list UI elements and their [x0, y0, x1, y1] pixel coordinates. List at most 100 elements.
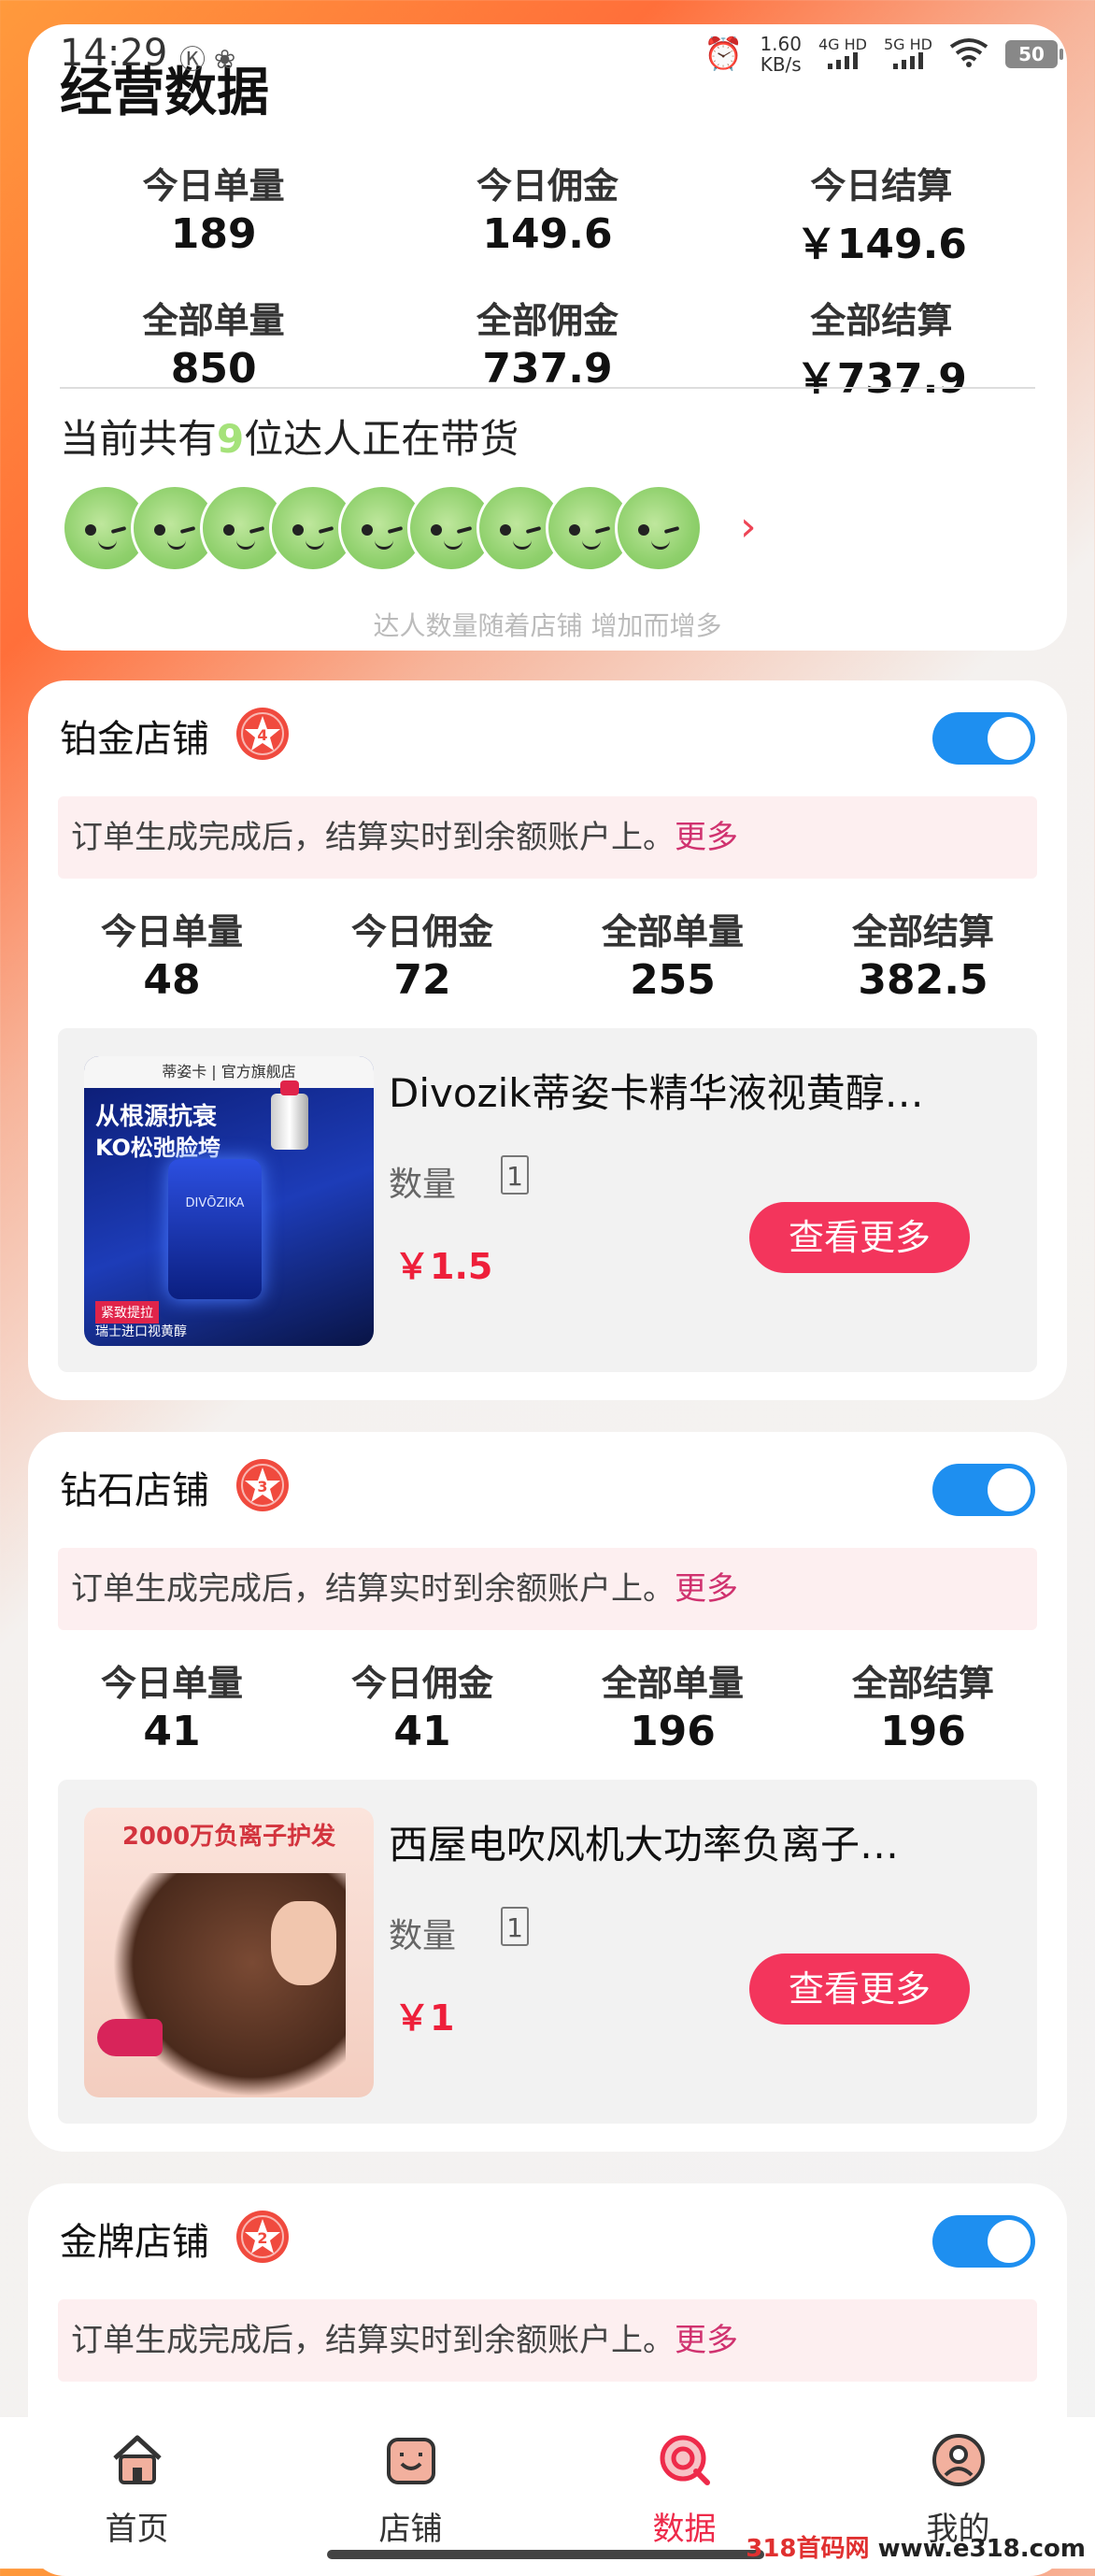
notice-more-link[interactable]: 更多: [675, 819, 738, 856]
product-title[interactable]: 西屋电吹风机大功率负离子…: [389, 1813, 1000, 1870]
wifi-icon: [949, 37, 988, 71]
avatar-mouth: [98, 537, 117, 550]
shop-name: 钻石店铺: [60, 1469, 209, 1512]
stat-label: 全部结算: [851, 911, 994, 952]
tab-label: 店铺: [378, 2511, 443, 2548]
stat-today-settlement: 今日结算 ￥149.6: [715, 157, 1048, 270]
tab-store[interactable]: 店铺: [274, 2417, 548, 2569]
alarm-icon: ⏰: [704, 36, 744, 73]
product-price: ￥1: [394, 1997, 455, 2039]
shop-stats: 今日单量 41 今日佣金 41 全部单量 196 全部结算 196: [47, 1654, 1048, 1755]
stat-label: 全部佣金: [476, 300, 619, 341]
avatar-eye: [249, 525, 265, 535]
shop-name: 铂金店铺: [60, 718, 209, 761]
shop-stat: 今日佣金 41: [297, 1654, 548, 1755]
creator-suffix: 位达人正在带货: [244, 416, 519, 462]
shop-card-platinum: 铂金店铺 4 订单生成完成后，结算实时到余额账户上。更多 今日单量 48 今日佣金…: [28, 680, 1067, 1400]
stat-label: 全部单量: [601, 911, 744, 952]
shop-stat: 全部结算 196: [798, 1654, 1048, 1755]
home-indicator[interactable]: [327, 2550, 764, 2559]
notice-text: 订单生成完成后，结算实时到余额账户上。: [71, 1570, 675, 1608]
stat-value: 850: [170, 345, 257, 393]
avatar-eye: [110, 525, 127, 535]
stat-value: 72: [393, 956, 451, 1004]
creator-avatar[interactable]: [615, 484, 703, 572]
watermark-brand: 318首码网: [746, 2535, 870, 2563]
shop-stat: 今日佣金 72: [297, 903, 548, 1004]
avatar-eye: [500, 524, 511, 536]
dropper-cap: [280, 1080, 299, 1095]
watermark: 318首码网 www.e318.com: [746, 2529, 1086, 2564]
creator-count: 9: [217, 416, 245, 462]
network-speed-unit: KB/s: [760, 53, 802, 76]
signal-2: 5G HD: [884, 36, 932, 72]
notice-more-link[interactable]: 更多: [675, 2322, 738, 2359]
avatar-mouth: [444, 537, 462, 550]
product-title[interactable]: Divozik蒂姿卡精华液视黄醇…: [389, 1062, 1000, 1119]
avatar-mouth: [651, 537, 670, 550]
avatar-eye: [456, 525, 473, 535]
avatar-eye: [431, 524, 442, 536]
avatar-mouth: [582, 537, 601, 550]
shop-stats: 今日单量 48 今日佣金 72 全部单量 255 全部结算 382.5: [47, 903, 1048, 1004]
notice-more-link[interactable]: 更多: [675, 1570, 738, 1608]
avatar-mouth: [236, 537, 255, 550]
avatar-eye: [154, 524, 165, 536]
tab-home[interactable]: 首页: [0, 2417, 274, 2569]
stat-label: 今日单量: [100, 911, 243, 952]
shop-toggle[interactable]: [932, 1464, 1035, 1516]
signal-1-label: 4G HD: [818, 35, 867, 53]
creator-avatars[interactable]: [62, 484, 703, 572]
stat-value: 196: [630, 1708, 716, 1755]
stat-value: 41: [143, 1708, 201, 1755]
dropper: [271, 1094, 308, 1150]
chevron-right-icon[interactable]: ›: [740, 503, 757, 551]
product-thumbnail-serum[interactable]: 蒂姿卡 | 官方旗舰店 从根源抗衰 KO松弛脸垮 DIVŌZIKA 紧致提拉 瑞…: [84, 1056, 374, 1346]
notice-text: 订单生成完成后，结算实时到余额账户上。: [71, 819, 675, 856]
avatar-eye: [179, 525, 196, 535]
quantity-value: 1: [501, 1155, 529, 1195]
stat-label: 全部结算: [851, 1663, 994, 1704]
stat-value: 149.6: [482, 210, 613, 258]
avatar-mouth: [306, 537, 324, 550]
stat-value: 196: [880, 1708, 966, 1755]
hairdryer-illustration: [97, 2019, 163, 2056]
avatar-eye: [362, 524, 373, 536]
stat-value: 189: [170, 210, 257, 258]
status-bar: 14:29 Ⓚ ❀ ⏰ 1.60 KB/s 4G HD 5G HD 50: [60, 32, 1063, 84]
thumb-text: KO松弛脸垮: [95, 1135, 220, 1161]
network-speed: 1.60 KB/s: [760, 34, 802, 75]
product-thumbnail-hairdryer[interactable]: 2000万负离子护发: [84, 1808, 374, 2097]
store-icon: [386, 2438, 435, 2484]
stat-value: 48: [143, 956, 201, 1004]
shop-toggle[interactable]: [932, 2215, 1035, 2268]
avatar-eye: [387, 525, 404, 535]
product-item[interactable]: 2000万负离子护发 西屋电吹风机大功率负离子… 数量 1 ￥1 查看更多: [58, 1780, 1037, 2124]
stat-value: 737.9: [482, 345, 613, 393]
rank-number: 2: [257, 2229, 267, 2247]
status-right: ⏰ 1.60 KB/s 4G HD 5G HD 50: [704, 34, 1063, 75]
product-price: ￥1.5: [394, 1246, 493, 1287]
product-item[interactable]: 蒂姿卡 | 官方旗舰店 从根源抗衰 KO松弛脸垮 DIVŌZIKA 紧致提拉 瑞…: [58, 1028, 1037, 1372]
face-illustration: [271, 1901, 336, 1985]
overview-card: 经营数据 今日单量 189 今日佣金 149.6 今日结算 ￥149.6 全部单…: [28, 24, 1067, 651]
stat-label: 今日单量: [142, 165, 285, 207]
shop-toggle[interactable]: [932, 712, 1035, 765]
rank-star-icon: 2: [235, 2210, 290, 2264]
status-time: 14:29: [60, 32, 168, 75]
view-more-button[interactable]: 查看更多: [749, 1202, 970, 1273]
avatar-eye: [663, 525, 680, 535]
creator-note: 达人数量随着店铺 增加而增多: [373, 610, 722, 641]
quantity-label: 数量: [389, 1166, 457, 1204]
stat-label: 今日佣金: [350, 911, 493, 952]
shop-stat: 今日单量 48: [47, 903, 297, 1004]
profile-icon: [931, 2434, 985, 2486]
shop-card-diamond: 钻石店铺 3 订单生成完成后，结算实时到余额账户上。更多 今日单量 41 今日佣金…: [28, 1432, 1067, 2152]
stat-label: 今日佣金: [476, 165, 619, 207]
avatar-eye: [223, 524, 235, 536]
avatar-mouth: [513, 537, 532, 550]
view-more-button[interactable]: 查看更多: [749, 1953, 970, 2025]
stat-label: 全部单量: [601, 1663, 744, 1704]
creator-count-text: 当前共有9位达人正在带货: [60, 408, 519, 465]
watermark-url: www.e318.com: [877, 2535, 1086, 2563]
